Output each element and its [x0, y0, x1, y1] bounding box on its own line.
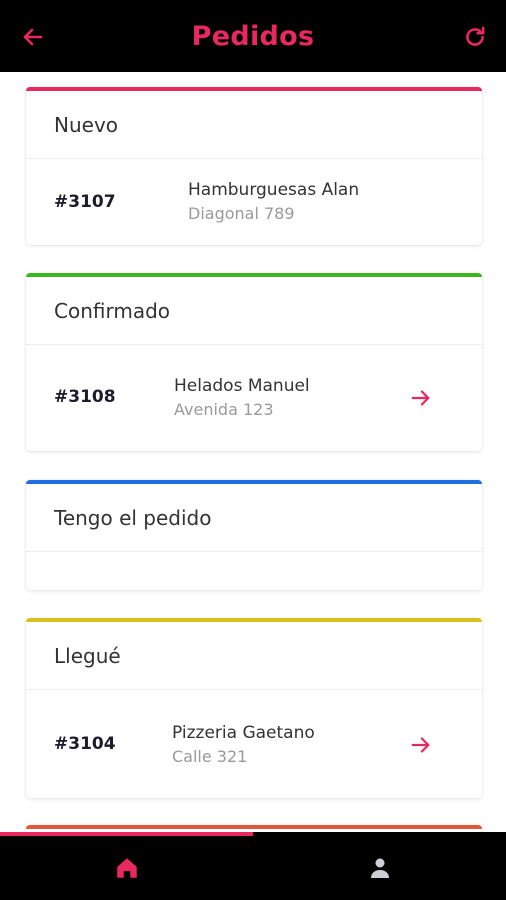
user-icon	[370, 858, 389, 878]
order-row-3104[interactable]: #3104 Pizzeria Gaetano Calle 321	[26, 690, 482, 798]
order-number: #3108	[54, 387, 116, 407]
back-button[interactable]	[18, 22, 48, 52]
status-stripe-next	[26, 825, 482, 829]
restaurant-name: Helados Manuel	[174, 376, 310, 396]
orders-list[interactable]: Nuevo #3107 Hamburguesas Alan Diagonal 7…	[0, 72, 506, 832]
order-row-3107[interactable]: #3107 Hamburguesas Alan Diagonal 789	[26, 159, 482, 245]
section-title-tengo: Tengo el pedido	[26, 484, 482, 552]
home-icon	[116, 858, 137, 878]
tab-profile[interactable]	[253, 836, 506, 900]
arrow-right-icon	[411, 737, 430, 753]
arrow-right-icon	[411, 390, 430, 406]
section-card-next	[26, 825, 482, 832]
section-card-confirmado: Confirmado #3108 Helados Manuel Avenida …	[26, 273, 482, 451]
order-place: Hamburguesas Alan Diagonal 789	[188, 179, 359, 225]
refresh-icon	[466, 26, 485, 46]
order-number: #3104	[54, 734, 116, 754]
order-place: Pizzeria Gaetano Calle 321	[172, 722, 315, 768]
section-card-llegue: Llegué #3104 Pizzeria Gaetano Calle 321	[26, 618, 482, 798]
arrow-left-icon	[23, 28, 43, 46]
section-card-nuevo: Nuevo #3107 Hamburguesas Alan Diagonal 7…	[26, 87, 482, 245]
restaurant-name: Hamburguesas Alan	[188, 180, 360, 200]
empty-orders-area	[26, 552, 482, 590]
restaurant-address: Diagonal 789	[188, 204, 295, 223]
page-title: Pedidos	[191, 20, 315, 52]
tab-home[interactable]	[0, 836, 253, 900]
bottom-navigation	[0, 832, 506, 900]
order-place: Helados Manuel Avenida 123	[174, 375, 310, 421]
refresh-button[interactable]	[460, 22, 490, 52]
section-title-confirmado: Confirmado	[26, 277, 482, 345]
section-card-tengo: Tengo el pedido	[26, 480, 482, 590]
restaurant-name: Pizzeria Gaetano	[172, 723, 315, 743]
advance-order-button[interactable]	[408, 385, 434, 411]
order-row-3108[interactable]: #3108 Helados Manuel Avenida 123	[26, 345, 482, 451]
advance-order-button[interactable]	[408, 732, 434, 758]
section-title-llegue: Llegué	[26, 622, 482, 690]
restaurant-address: Calle 321	[172, 747, 248, 766]
section-title-nuevo: Nuevo	[26, 91, 482, 159]
top-app-bar: Pedidos	[0, 0, 506, 72]
restaurant-address: Avenida 123	[174, 400, 274, 419]
order-number: #3107	[54, 192, 116, 212]
